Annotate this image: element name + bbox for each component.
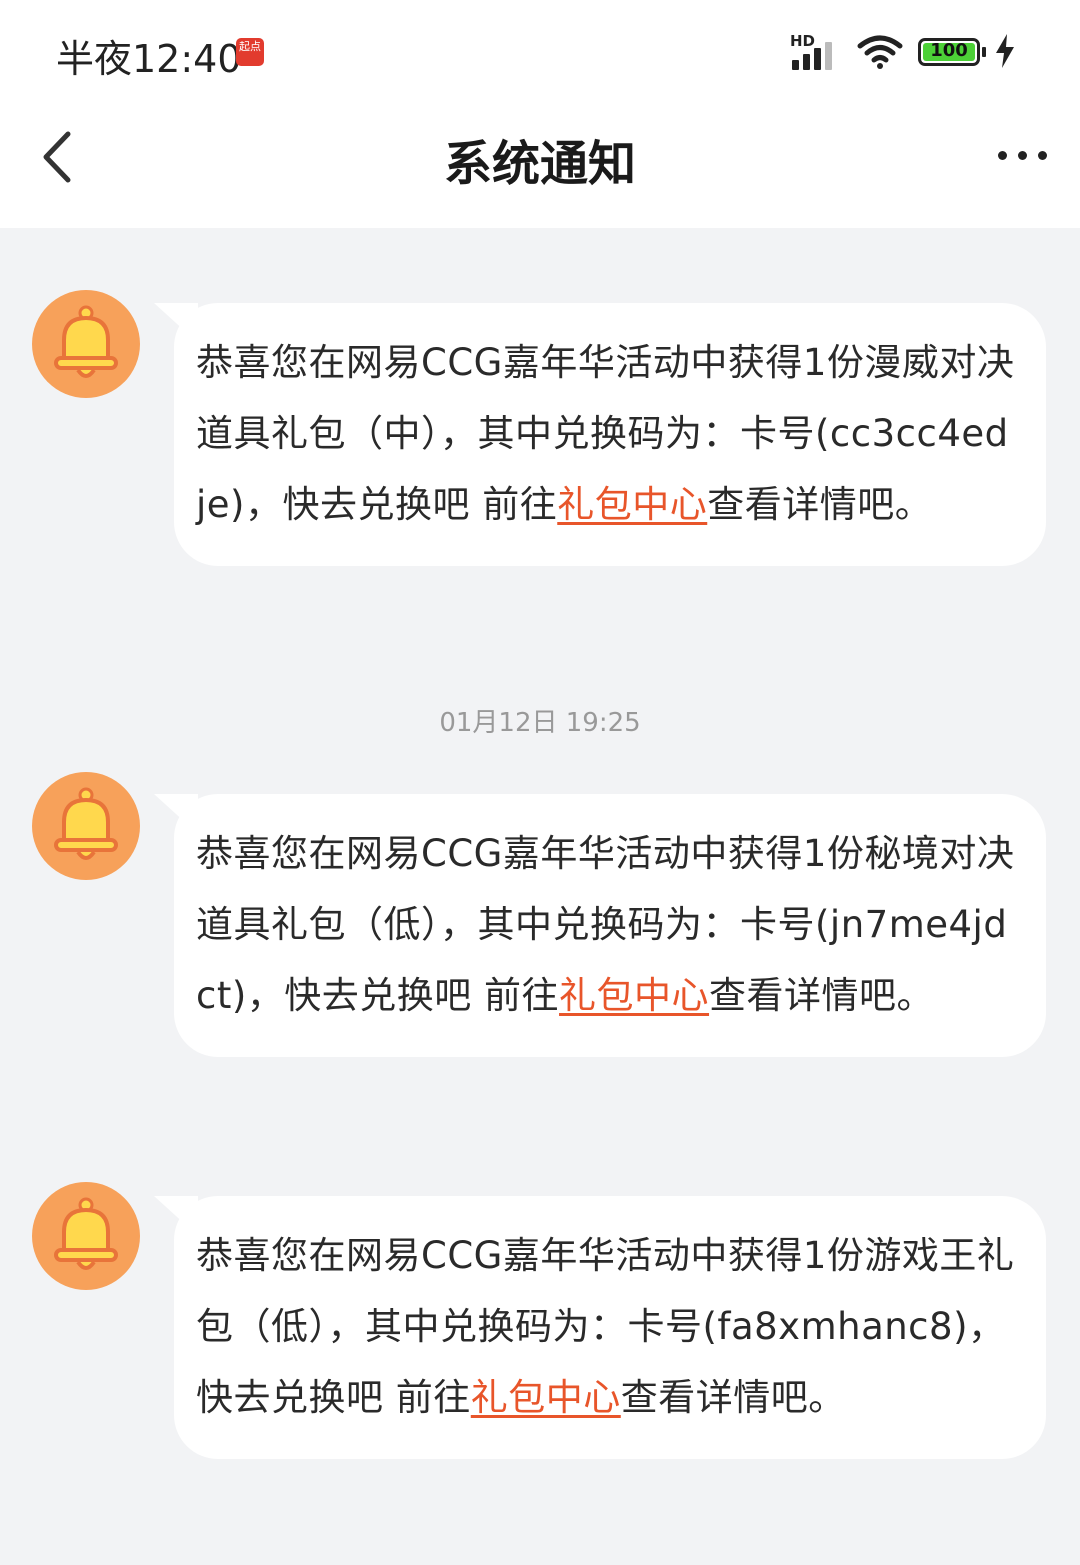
message-tail: 查看详情吧。 (707, 483, 933, 526)
avatar (32, 772, 140, 880)
nav-bar: 系统通知 (0, 100, 1080, 228)
battery-icon: 100 (918, 38, 980, 66)
message-tail: 查看详情吧。 (709, 974, 935, 1017)
message-tail: 查看详情吧。 (620, 1376, 846, 1419)
gift-center-link[interactable]: 礼包中心 (471, 1376, 621, 1419)
status-bar: 半夜12:40 起点 HD 100 (0, 0, 1080, 100)
message-bubble: 恭喜您在网易CCG嘉年华活动中获得1份漫威对决道具礼包（中），其中兑换码为：卡号… (174, 303, 1046, 566)
message-text: 恭喜您在网易CCG嘉年华活动中获得1份游戏王礼包（低），其中兑换码为：卡号(fa… (196, 1220, 1016, 1433)
battery-level: 100 (930, 40, 968, 61)
bell-icon (54, 1197, 118, 1270)
more-icon[interactable] (992, 136, 1052, 176)
message-bubble: 恭喜您在网易CCG嘉年华活动中获得1份游戏王礼包（低），其中兑换码为：卡号(fa… (174, 1196, 1046, 1459)
avatar (32, 290, 140, 398)
message-bubble: 恭喜您在网易CCG嘉年华活动中获得1份秘境对决道具礼包（低），其中兑换码为：卡号… (174, 794, 1046, 1057)
bell-icon (54, 305, 118, 378)
status-time: 半夜12:40 (56, 37, 242, 81)
bell-icon (54, 787, 118, 860)
gift-center-link[interactable]: 礼包中心 (557, 483, 707, 526)
avatar (32, 1182, 140, 1290)
message-timestamp: 01月12日 19:25 (439, 708, 641, 738)
app-notification-icon: 起点 (236, 38, 264, 66)
notification-feed[interactable]: 恭喜您在网易CCG嘉年华活动中获得1份漫威对决道具礼包（中），其中兑换码为：卡号… (0, 228, 1080, 1565)
top-bar: 半夜12:40 起点 HD 100 系统通知 (0, 0, 1080, 228)
message-text: 恭喜您在网易CCG嘉年华活动中获得1份秘境对决道具礼包（低），其中兑换码为：卡号… (196, 818, 1016, 1031)
signal-icon (792, 40, 842, 70)
wifi-icon (857, 35, 903, 69)
message-text: 恭喜您在网易CCG嘉年华活动中获得1份漫威对决道具礼包（中），其中兑换码为：卡号… (196, 327, 1016, 540)
page-title: 系统通知 (443, 136, 636, 192)
gift-center-link[interactable]: 礼包中心 (559, 974, 709, 1017)
charging-icon (996, 34, 1014, 68)
status-indicators: HD 100 (790, 30, 1030, 74)
